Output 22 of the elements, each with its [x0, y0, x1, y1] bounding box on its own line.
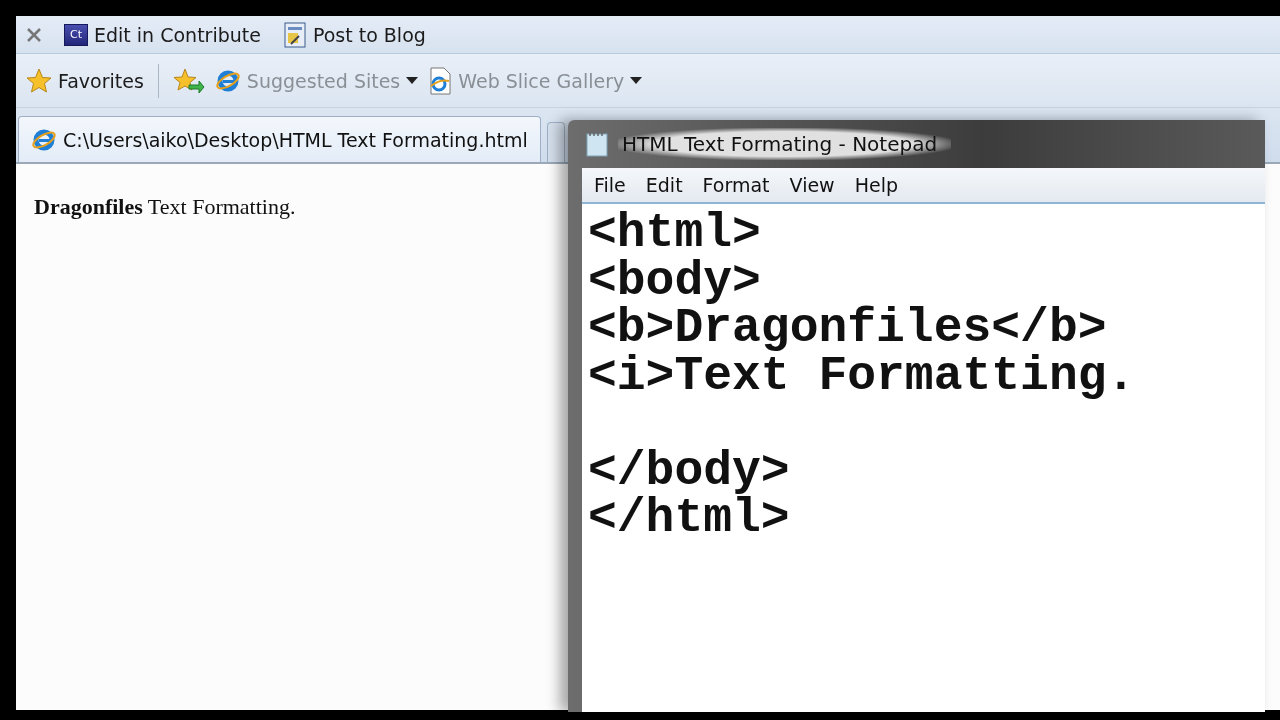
caret-icon[interactable] [630, 76, 643, 85]
menu-item[interactable]: Help [846, 172, 906, 198]
command-button[interactable]: Post to Blog [282, 21, 426, 48]
notepad-icon [586, 131, 608, 157]
close-icon[interactable] [26, 26, 42, 43]
window-title: HTML Text Formating - Notepad [618, 128, 952, 160]
command-button[interactable]: Ct Edit in Contribute [64, 23, 261, 46]
page-text: Dragonfiles Text Formatting. [34, 194, 297, 220]
document-icon [282, 21, 307, 48]
menu-item[interactable]: File [586, 172, 634, 198]
page-icon [428, 66, 453, 95]
text-editor[interactable]: <html> <body> <b>Dragonfiles</b> <i>Text Formatting. </body> </html> [582, 204, 1265, 712]
add-favorite-icon[interactable] [172, 66, 205, 95]
browser-tab[interactable]: C:\Users\aiko\Desktop\HTML Text Formating.html [18, 116, 541, 162]
contribute-icon: Ct [64, 23, 88, 46]
new-tab-button[interactable] [546, 122, 565, 162]
menu-item[interactable]: Edit [637, 172, 691, 198]
menu-item[interactable]: Format [694, 172, 778, 198]
menu-item[interactable]: View [781, 172, 843, 198]
caret-icon[interactable] [406, 76, 419, 85]
star-icon [26, 67, 52, 94]
favorites-button[interactable]: Favorites [26, 67, 144, 94]
